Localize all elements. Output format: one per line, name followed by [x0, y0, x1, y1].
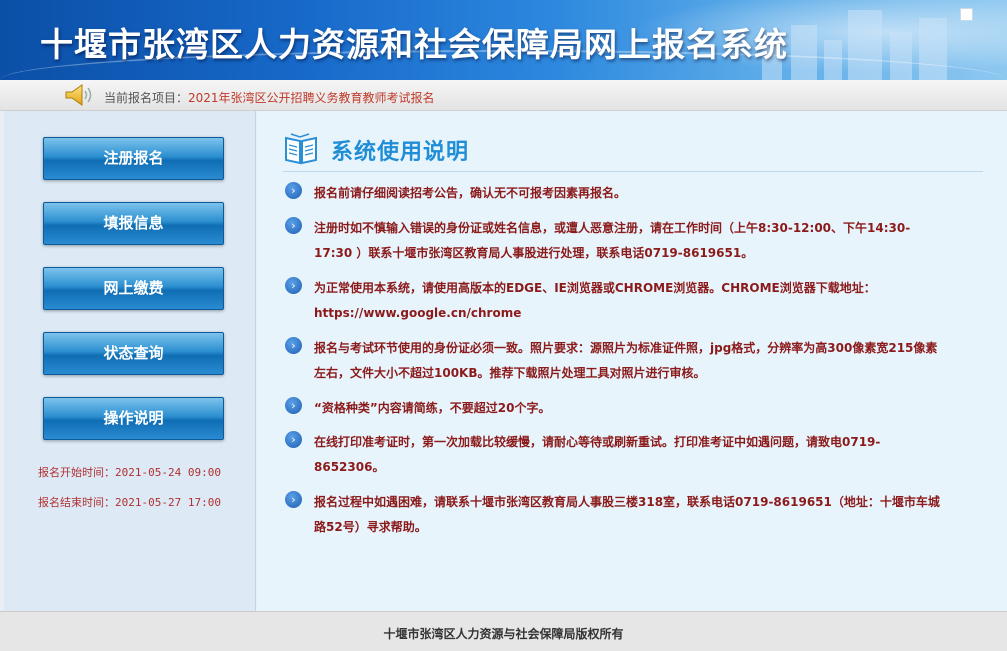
- instruction-text: 报名前请仔细阅读招考公告，确认无不可报考因素再报名。: [314, 186, 627, 200]
- register-button[interactable]: 注册报名: [43, 137, 224, 180]
- copyright-text: 十堰市张湾区人力资源与社会保障局版权所有: [383, 627, 624, 641]
- banner-corner-box: [960, 8, 973, 21]
- header-banner: 十堰市张湾区人力资源和社会保障局网上报名系统: [0, 0, 1007, 80]
- instruction-text: “资格种类”内容请简练，不要超过20个字。: [314, 401, 551, 415]
- instruction-text: 为正常使用本系统，请使用高版本的EDGE、IE浏览器或CHROME浏览器。CHR…: [314, 281, 876, 320]
- instruction-text: 在线打印准考证时，第一次加载比较缓慢，请耐心等待或刷新重试。打印准考证中如遇问题…: [314, 435, 881, 474]
- main-content: 系统使用说明 › 报名前请仔细阅读招考公告，确认无不可报考因素再报名。 › 注册…: [257, 111, 1007, 611]
- page: 十堰市张湾区人力资源和社会保障局网上报名系统 当前报名项目：2021年张湾区公开…: [0, 0, 1007, 651]
- title-divider: [283, 171, 983, 172]
- chevron-right-icon: ›: [285, 491, 302, 508]
- registration-end-time: 报名结束时间：2021-05-27 17:00: [38, 496, 221, 509]
- chevron-right-icon: ›: [285, 182, 302, 199]
- notice-bar: 当前报名项目：2021年张湾区公开招聘义务教育教师考试报名: [0, 80, 1007, 111]
- online-payment-button[interactable]: 网上缴费: [43, 267, 224, 310]
- sidebar: 注册报名 填报信息 网上缴费 状态查询 操作说明 报名开始时间：2021-05-…: [4, 111, 256, 611]
- chevron-right-icon: ›: [285, 431, 302, 448]
- instructions-button[interactable]: 操作说明: [43, 397, 224, 440]
- current-project-prefix: 当前报名项目：: [104, 91, 189, 105]
- book-icon: [285, 133, 317, 165]
- status-query-button[interactable]: 状态查询: [43, 332, 224, 375]
- instruction-text: 报名与考试环节使用的身份证必须一致。照片要求：源照片为标准证件照，jpg格式，分…: [314, 341, 938, 380]
- footer: 十堰市张湾区人力资源与社会保障局版权所有: [0, 611, 1007, 651]
- chevron-right-icon: ›: [285, 397, 302, 414]
- current-project-label: 当前报名项目：2021年张湾区公开招聘义务教育教师考试报名: [104, 89, 435, 106]
- current-project-link[interactable]: 2021年张湾区公开招聘义务教育教师考试报名: [188, 91, 435, 105]
- registration-start-time: 报名开始时间：2021-05-24 09:00: [38, 466, 221, 479]
- chevron-right-icon: ›: [285, 277, 302, 294]
- chevron-right-icon: ›: [285, 337, 302, 354]
- fill-info-button[interactable]: 填报信息: [43, 202, 224, 245]
- instruction-text: 报名过程中如遇困难，请联系十堰市张湾区教育局人事股三楼318室，联系电话0719…: [314, 495, 940, 534]
- speaker-icon: [65, 84, 92, 106]
- instructions-title: 系统使用说明: [331, 140, 470, 165]
- instruction-text: 注册时如不慎输入错误的身份证或姓名信息，或遭人恶意注册，请在工作时间（上午8:3…: [314, 221, 911, 260]
- chevron-right-icon: ›: [285, 217, 302, 234]
- site-title: 十堰市张湾区人力资源和社会保障局网上报名系统: [40, 25, 788, 64]
